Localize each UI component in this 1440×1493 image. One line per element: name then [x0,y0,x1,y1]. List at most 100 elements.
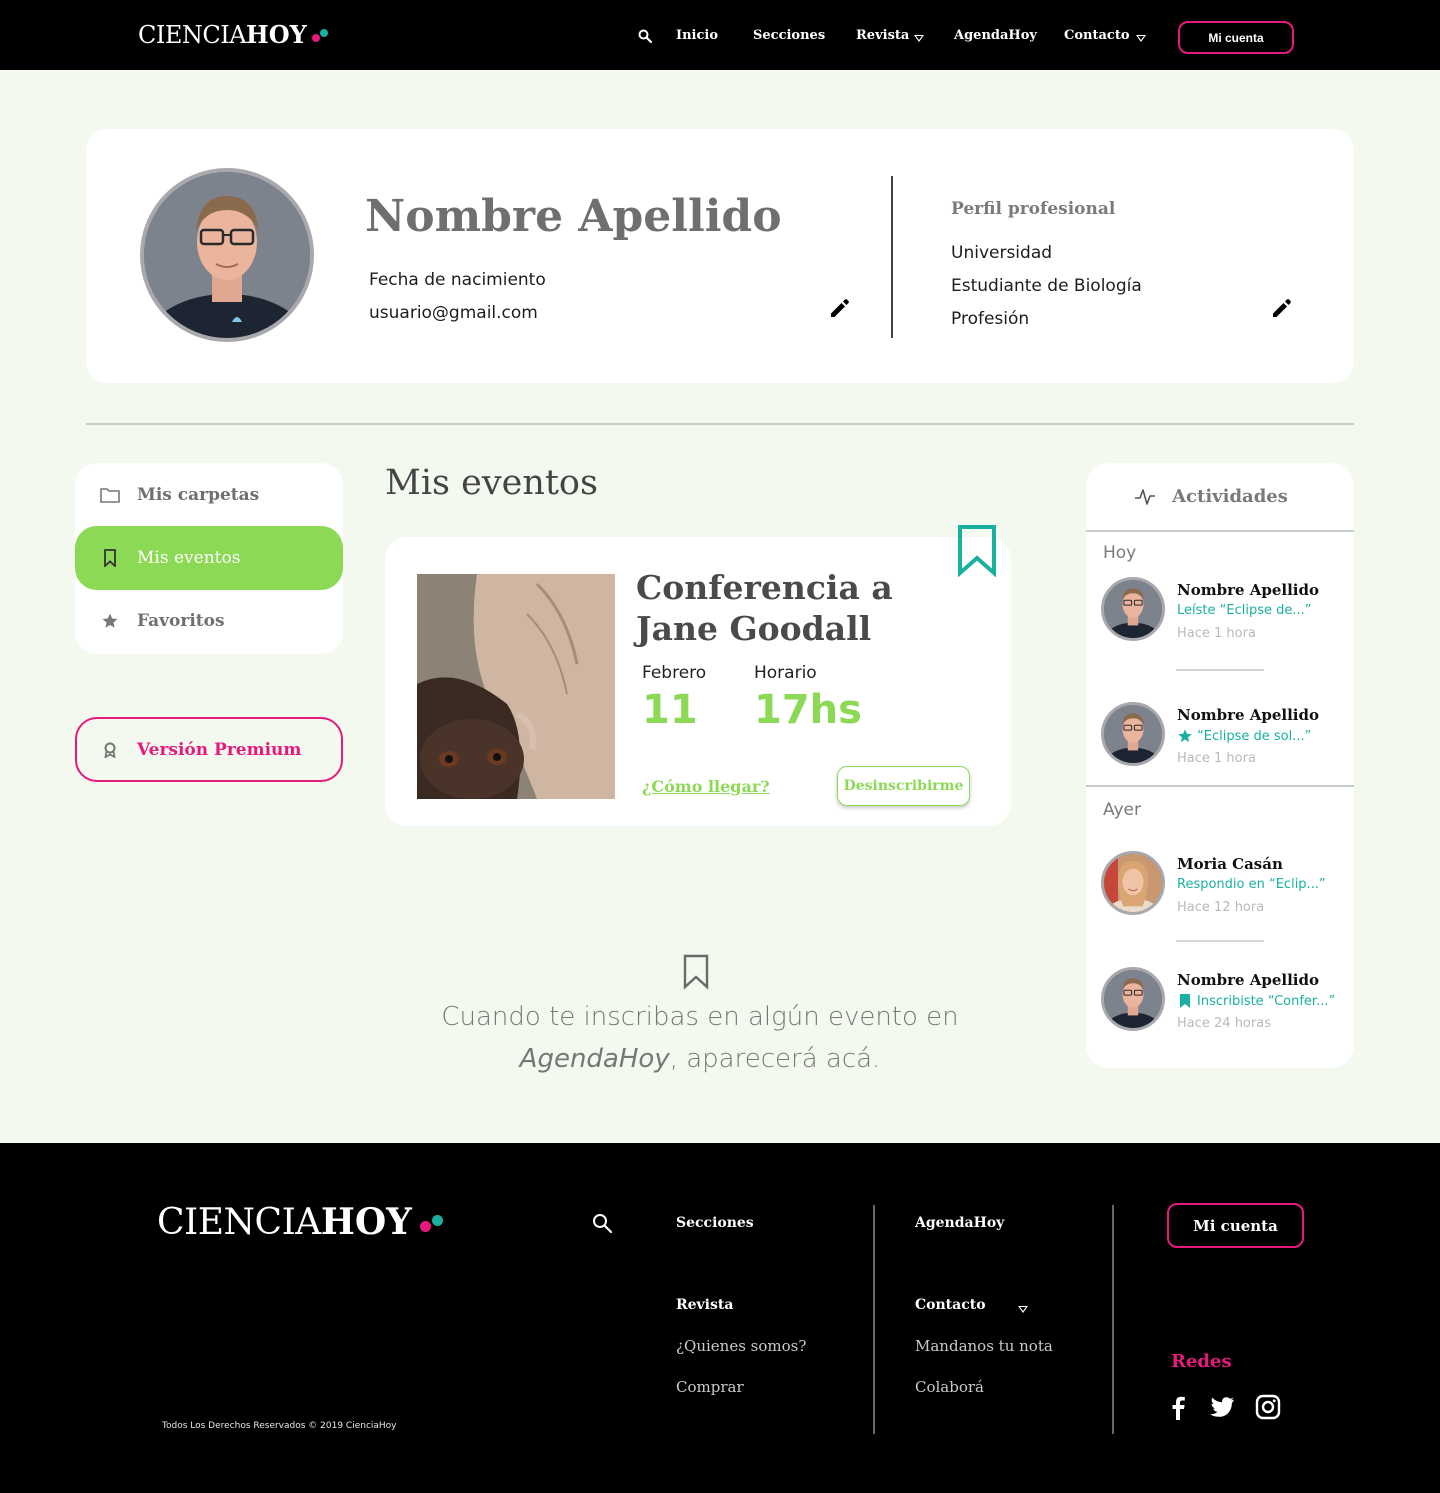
event-image[interactable] [417,574,615,799]
nav-inicio[interactable]: Inicio [676,28,718,43]
nav-contacto[interactable]: Contacto [1064,28,1130,43]
instagram-icon[interactable] [1255,1394,1281,1420]
activity-description: Respondio en “Eclip...” [1177,877,1326,892]
activity-description: Inscribiste “Confer...” [1177,993,1335,1009]
activity-description: Leíste “Eclipse de...” [1177,603,1311,618]
footer-link-revista[interactable]: Revista [676,1297,733,1313]
bookmark-icon [99,547,121,569]
chevron-down-icon[interactable] [1018,1306,1028,1313]
activity-time: Hace 1 hora [1177,751,1256,766]
avatar [1101,851,1165,915]
social-title: Redes [1171,1351,1232,1372]
edit-pencil-icon[interactable] [828,298,850,320]
pro-university: Universidad [951,243,1053,263]
folder-icon [99,484,121,506]
edit-pencil-icon[interactable] [1270,298,1292,320]
empty-message-line1: Cuando te inscribas en algún evento en [441,1002,959,1032]
pro-profession: Profesión [951,309,1030,329]
directions-link[interactable]: ¿Cómo llegar? [642,777,770,796]
empty-message-line2: , aparecerá acá. [669,1044,881,1074]
top-navbar: CIENCIA HOY Inicio Secciones Revista Age… [0,0,1440,70]
search-icon[interactable] [638,29,652,43]
sidebar-item-label: Favoritos [137,611,225,631]
event-time: 17hs [754,687,862,733]
facebook-icon[interactable] [1165,1394,1191,1420]
sidebar-item-label: Mis eventos [137,548,241,568]
profile-name: Nombre Apellido [365,191,782,242]
chevron-down-icon[interactable] [914,35,924,42]
nav-agendahoy[interactable]: AgendaHoy [954,28,1037,43]
event-title: Conferencia a Jane Goodall [636,568,893,648]
award-icon [101,741,119,759]
logo-text-light: CIENCIA [138,21,247,49]
sidebar-menu: Mis carpetas Mis eventos Favoritos [75,463,343,654]
activity-user-name: Nombre Apellido [1177,971,1320,989]
activity-group-divider [1086,785,1354,787]
activity-user-name: Moria Casán [1177,855,1283,873]
event-time-label: Horario [754,663,817,683]
footer-divider [1112,1205,1114,1434]
footer-link-agendahoy[interactable]: AgendaHoy [915,1215,1004,1231]
footer-link-quienes-somos[interactable]: ¿Quienes somos? [676,1337,806,1355]
site-logo[interactable]: CIENCIA HOY [138,20,330,49]
activity-item[interactable]: Nombre Apellido Inscribiste “Confer...” … [1101,967,1351,1037]
avatar [1101,577,1165,641]
footer: CIENCIA HOY Secciones Revista ¿Quienes s… [0,1143,1440,1493]
footer-link-contacto[interactable]: Contacto [915,1297,986,1313]
footer-my-account-button[interactable]: Mi cuenta [1167,1203,1304,1248]
logo-text-bold: HOY [246,20,307,49]
activity-item[interactable]: Moria Casán Respondio en “Eclip...” Hace… [1101,851,1351,921]
footer-link-comprar[interactable]: Comprar [676,1378,744,1396]
activities-header: Actividades [1086,463,1354,532]
footer-logo[interactable]: CIENCIA HOY [157,1201,446,1243]
section-divider [86,423,1354,425]
sidebar-item-events[interactable]: Mis eventos [75,526,343,590]
footer-link-mandanos-nota[interactable]: Mandanos tu nota [915,1337,1053,1355]
my-account-button[interactable]: Mi cuenta [1178,21,1294,54]
sidebar-item-label: Mis carpetas [137,485,260,505]
profile-email: usuario@gmail.com [369,303,538,323]
activity-day-label: Ayer [1103,800,1141,820]
activity-description: “Eclipse de sol...” [1177,728,1311,744]
activity-time: Hace 24 horas [1177,1016,1271,1031]
premium-version-button[interactable]: Versión Premium [75,717,343,782]
avatar-photo [144,172,310,338]
activity-description-text: Leíste “Eclipse de...” [1177,603,1312,618]
activities-title: Actividades [1172,486,1288,507]
activity-day-label: Hoy [1103,543,1137,563]
section-title-events: Mis eventos [385,463,598,503]
footer-divider [873,1205,875,1434]
footer-link-secciones[interactable]: Secciones [676,1215,754,1231]
unsubscribe-button[interactable]: Desinscribirme [837,766,970,806]
activity-divider [1176,669,1264,671]
nav-secciones[interactable]: Secciones [753,28,825,43]
vertical-divider [891,176,893,338]
logo-text-light: CIENCIA [157,1202,321,1243]
pro-study: Estudiante de Biología [951,276,1142,296]
star-icon [99,610,121,632]
footer-link-colabora[interactable]: Colaborá [915,1378,984,1396]
bookmark-icon[interactable] [957,525,997,577]
avatar [1101,967,1165,1031]
event-day: 11 [642,687,698,733]
activity-divider [1176,940,1264,942]
sidebar-item-favorites[interactable]: Favoritos [75,589,343,653]
activity-description-text: “Eclipse de sol...” [1197,728,1312,744]
empty-events-message: Cuando te inscribas en algún evento en A… [400,996,1000,1080]
activity-time: Hace 1 hora [1177,626,1256,641]
chevron-down-icon[interactable] [1136,35,1146,42]
sidebar-item-folders[interactable]: Mis carpetas [75,463,343,527]
activity-time: Hace 12 hora [1177,900,1265,915]
event-month-label: Febrero [642,663,707,683]
search-icon[interactable] [592,1213,612,1233]
nav-revista[interactable]: Revista [856,28,909,43]
avatar[interactable] [140,168,314,342]
activity-user-name: Nombre Apellido [1177,706,1320,724]
activity-item[interactable]: Nombre Apellido Leíste “Eclipse de...” H… [1101,577,1351,647]
twitter-icon[interactable] [1209,1394,1235,1420]
logo-dots [419,1214,446,1234]
activity-item[interactable]: Nombre Apellido “Eclipse de sol...” Hace… [1101,702,1351,772]
logo-dots [311,29,330,43]
event-card: Conferencia a Jane Goodall Febrero 11 Ho… [385,525,1011,826]
activity-description-text: Respondio en “Eclip...” [1177,877,1326,892]
